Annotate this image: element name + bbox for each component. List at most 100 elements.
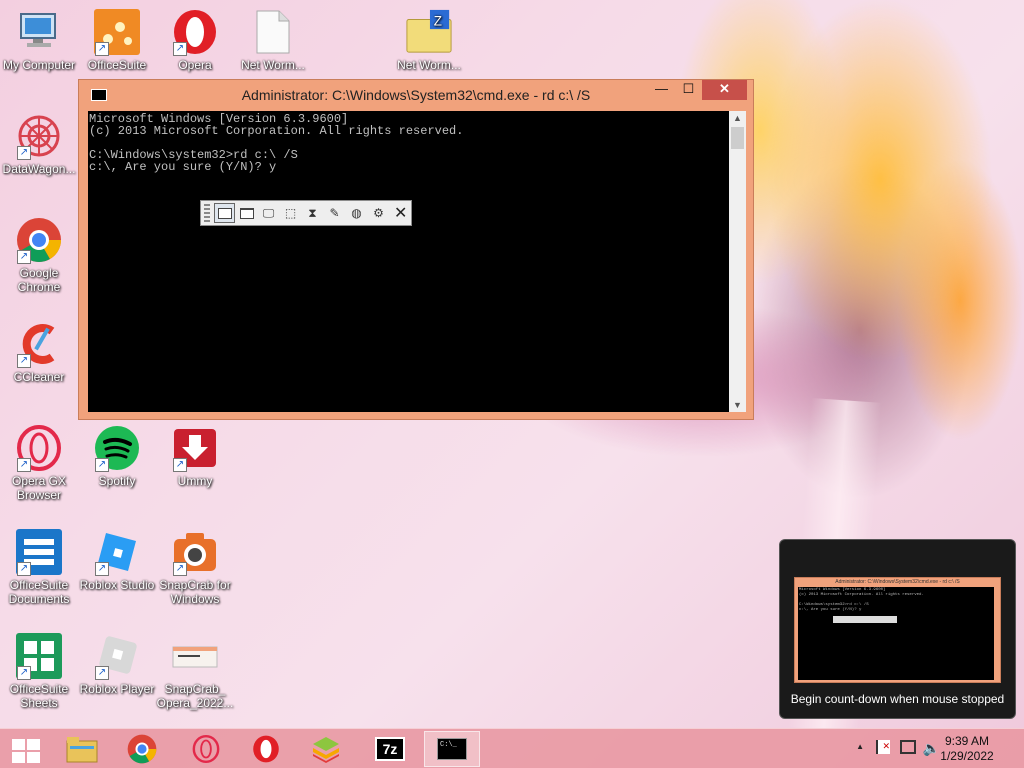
cmd-window[interactable]: Administrator: C:\Windows\System32\cmd.e… bbox=[78, 79, 754, 420]
shortcut-arrow-icon: ↗ bbox=[95, 666, 109, 680]
client-capture-button[interactable] bbox=[236, 203, 257, 223]
taskbar: 7z C:\_ ▲ ✕ 🔈 9:39 AM 1/29/2022 bbox=[0, 728, 1024, 768]
file-icon bbox=[249, 8, 297, 56]
vertical-scrollbar[interactable]: ▲ ▼ bbox=[729, 111, 746, 412]
eyedropper-button[interactable]: ✎ bbox=[324, 203, 345, 223]
desktop-icon-net-worm-zip[interactable]: Z Net Worm... bbox=[390, 8, 468, 72]
region-capture-button[interactable]: ⬚ bbox=[280, 203, 301, 223]
clock-date: 1/29/2022 bbox=[940, 749, 994, 763]
cmd-icon[interactable] bbox=[91, 89, 107, 101]
toolbar-close-button[interactable]: ✕ bbox=[394, 203, 407, 223]
7zip-icon: 7z bbox=[375, 737, 405, 761]
taskbar-opera-gx[interactable] bbox=[178, 731, 234, 767]
desktop-icon-officesuite-sheets[interactable]: ↗ OfficeSuite Sheets bbox=[0, 632, 78, 710]
maximize-button[interactable]: ☐ bbox=[675, 80, 702, 100]
shortcut-arrow-icon: ↗ bbox=[17, 458, 31, 472]
roblox-studio-icon: ↗ bbox=[93, 528, 141, 576]
officesuite-sheets-icon: ↗ bbox=[15, 632, 63, 680]
snapcrab-icon: ↗ bbox=[171, 528, 219, 576]
desktop-icon-net-worm-file[interactable]: Net Worm... bbox=[234, 8, 312, 72]
desktop-icon-label: SnapCrab_ Opera_2022... bbox=[156, 682, 234, 710]
desktop-icon-snapcrab[interactable]: ↗ SnapCrab for Windows bbox=[156, 528, 234, 606]
datawagon-icon: ↗ bbox=[15, 112, 63, 160]
desktop-icon-opera-gx[interactable]: ↗ Opera GX Browser bbox=[0, 424, 78, 502]
computer-icon bbox=[15, 8, 63, 56]
desktop-icon-roblox-studio[interactable]: ↗ Roblox Studio bbox=[78, 528, 156, 592]
cmd-icon: C:\_ bbox=[437, 738, 467, 760]
clock[interactable]: 9:39 AM 1/29/2022 bbox=[932, 734, 1002, 764]
scroll-up-arrow-icon[interactable]: ▲ bbox=[729, 111, 746, 125]
action-center-flag-icon[interactable]: ✕ bbox=[876, 740, 890, 754]
desktop-icon-label: Roblox Studio bbox=[79, 578, 155, 592]
desktop-icon-officesuite[interactable]: ↗ OfficeSuite bbox=[78, 8, 156, 72]
desktop-icon-opera[interactable]: ↗ Opera bbox=[156, 8, 234, 72]
cmd-title-bar[interactable]: Administrator: C:\Windows\System32\cmd.e… bbox=[79, 80, 753, 110]
toolbar-grip-handle[interactable] bbox=[204, 204, 210, 222]
shortcut-arrow-icon: ↗ bbox=[17, 250, 31, 264]
preview-caption: Begin count-down when mouse stopped bbox=[790, 692, 1005, 706]
desktop-icon-label: CCleaner bbox=[13, 370, 65, 384]
desktop-icon-google-chrome[interactable]: ↗ Google Chrome bbox=[0, 216, 78, 294]
ummy-icon: ↗ bbox=[171, 424, 219, 472]
preview-console: Microsoft Windows [Version 6.3.9600] (c) … bbox=[798, 587, 994, 680]
desktop-icon-datawagon[interactable]: ↗ DataWagon... bbox=[0, 112, 78, 176]
capture-preview-popup[interactable]: Administrator: C:\Windows\System32\cmd.e… bbox=[779, 539, 1016, 719]
desktop-icon-label: Spotify bbox=[98, 474, 136, 488]
show-hidden-icons-arrow[interactable]: ▲ bbox=[856, 742, 864, 751]
scroll-thumb[interactable] bbox=[731, 127, 744, 149]
desktop-icon-spotify[interactable]: ↗ Spotify bbox=[78, 424, 156, 488]
snapcrab-toolbar[interactable]: 🖵 ⬚ ⧗ ✎ ◍ ⚙ ✕ bbox=[200, 200, 412, 226]
console-output[interactable]: Microsoft Windows [Version 6.3.9600] (c) … bbox=[88, 111, 729, 412]
zip-folder-icon: Z bbox=[405, 8, 453, 56]
shortcut-arrow-icon: ↗ bbox=[173, 458, 187, 472]
timer-capture-button[interactable]: ⧗ bbox=[302, 203, 323, 223]
shortcut-arrow-icon: ↗ bbox=[173, 562, 187, 576]
taskbar-bluestacks[interactable] bbox=[298, 731, 354, 767]
client-capture-icon bbox=[239, 207, 254, 219]
console-line: c:\, Are you sure (Y/N)? y bbox=[89, 160, 277, 174]
opera-icon: ↗ bbox=[171, 8, 219, 56]
taskbar-cmd[interactable]: C:\_ bbox=[424, 731, 480, 767]
screen-capture-button[interactable]: 🖵 bbox=[258, 203, 279, 223]
windows-logo-pane bbox=[12, 752, 25, 763]
taskbar-file-explorer[interactable] bbox=[54, 731, 110, 767]
officesuite-icon: ↗ bbox=[93, 8, 141, 56]
window-capture-button[interactable] bbox=[214, 203, 235, 223]
windows-logo-pane bbox=[27, 739, 40, 750]
desktop-icon-label: Net Worm... bbox=[397, 58, 461, 72]
desktop-icon-label: Net Worm... bbox=[241, 58, 305, 72]
file-explorer-icon bbox=[66, 737, 98, 763]
desktop-icon-label: Opera GX Browser bbox=[11, 474, 67, 502]
desktop-icon-roblox-player[interactable]: ↗ Roblox Player bbox=[78, 632, 156, 696]
desktop-icon-ccleaner[interactable]: ↗ CCleaner bbox=[0, 320, 78, 384]
desktop-icon-ummy[interactable]: ↗ Ummy bbox=[156, 424, 234, 488]
start-button[interactable] bbox=[6, 735, 44, 765]
chrome-icon: ↗ bbox=[15, 216, 63, 264]
desktop-icon-label: Google Chrome bbox=[17, 266, 61, 294]
roblox-player-icon: ↗ bbox=[93, 632, 141, 680]
desktop-icon-label: Roblox Player bbox=[79, 682, 155, 696]
desktop-icon-label: DataWagon... bbox=[2, 162, 76, 176]
desktop-icon-snapcrab-image[interactable]: SnapCrab_ Opera_2022... bbox=[156, 632, 234, 710]
settings-button[interactable]: ⚙ bbox=[368, 203, 389, 223]
shortcut-arrow-icon: ↗ bbox=[17, 562, 31, 576]
opera-icon bbox=[253, 735, 279, 763]
window-title: Administrator: C:\Windows\System32\cmd.e… bbox=[241, 87, 591, 103]
ccleaner-icon: ↗ bbox=[15, 320, 63, 368]
desktop-icon-officesuite-documents[interactable]: ↗ OfficeSuite Documents bbox=[0, 528, 78, 606]
web-capture-button[interactable]: ◍ bbox=[346, 203, 367, 223]
taskbar-opera[interactable] bbox=[238, 731, 294, 767]
shortcut-arrow-icon: ↗ bbox=[17, 146, 31, 160]
preview-thumbnail: Administrator: C:\Windows\System32\cmd.e… bbox=[794, 577, 1001, 683]
scroll-down-arrow-icon[interactable]: ▼ bbox=[729, 398, 746, 412]
close-button[interactable]: ✕ bbox=[702, 80, 747, 100]
minimize-button[interactable]: — bbox=[648, 80, 675, 100]
taskbar-7zip[interactable]: 7z bbox=[362, 731, 418, 767]
monitor-icon: 🖵 bbox=[262, 205, 275, 220]
bluestacks-icon bbox=[313, 737, 339, 763]
taskbar-chrome[interactable] bbox=[114, 731, 170, 767]
network-icon[interactable] bbox=[900, 740, 916, 754]
desktop-icon-my-computer[interactable]: My Computer bbox=[0, 8, 78, 72]
shortcut-arrow-icon: ↗ bbox=[17, 354, 31, 368]
gear-icon: ⚙ bbox=[373, 206, 384, 220]
